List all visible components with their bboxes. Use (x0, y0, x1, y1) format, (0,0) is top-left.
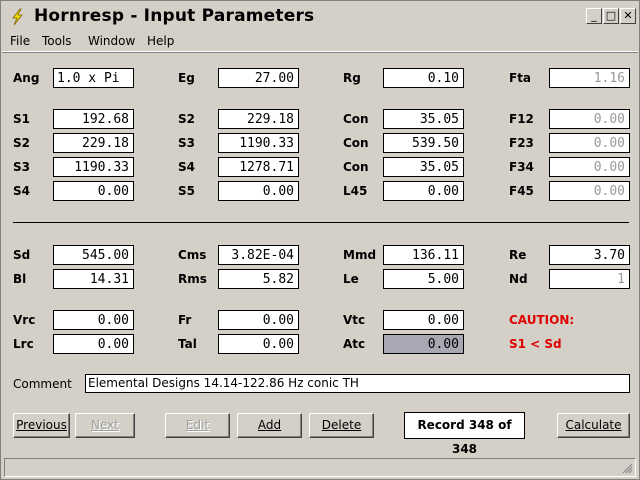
label-s4: S4 (13, 184, 30, 198)
label-l45: L45 (343, 184, 368, 198)
edit-button[interactable]: Edit (165, 413, 230, 438)
window-title: Hornresp - Input Parameters (34, 6, 315, 26)
field-con-2[interactable]: 539.50 (383, 133, 464, 153)
previous-button[interactable]: Previous (13, 413, 70, 438)
label-s5: S5 (178, 184, 195, 198)
comment-field[interactable]: Elemental Designs 14.14-122.86 Hz conic … (85, 374, 630, 393)
label-fr: Fr (178, 313, 192, 327)
field-atc[interactable]: 0.00 (383, 334, 464, 354)
field-con-1[interactable]: 35.05 (383, 109, 464, 129)
label-sd: Sd (13, 248, 31, 262)
field-bl[interactable]: 14.31 (53, 269, 134, 289)
label-f23: F23 (509, 136, 534, 150)
field-f45: 0.00 (549, 181, 630, 201)
label-f34: F34 (509, 160, 534, 174)
label-s1: S1 (13, 112, 30, 126)
add-button[interactable]: Add (237, 413, 302, 438)
caution-message: S1 < Sd (509, 337, 562, 351)
field-tal[interactable]: 0.00 (218, 334, 299, 354)
field-sd[interactable]: 545.00 (53, 245, 134, 265)
field-s1[interactable]: 192.68 (53, 109, 134, 129)
caution-title: CAUTION: (509, 313, 575, 327)
label-f12: F12 (509, 112, 534, 126)
lightning-bolt-icon (12, 8, 23, 26)
field-fta: 1.16 (549, 68, 630, 88)
label-re: Re (509, 248, 527, 262)
field-cms[interactable]: 3.82E-04 (218, 245, 299, 265)
label-fta: Fta (509, 71, 532, 85)
field-con-3[interactable]: 35.05 (383, 157, 464, 177)
field-s5[interactable]: 0.00 (218, 181, 299, 201)
label-f45: F45 (509, 184, 534, 198)
field-lrc[interactable]: 0.00 (53, 334, 134, 354)
label-mmd: Mmd (343, 248, 377, 262)
section-divider (13, 222, 629, 223)
field-re[interactable]: 3.70 (549, 245, 630, 265)
record-indicator: Record 348 of 348 (404, 412, 525, 456)
label-lrc: Lrc (13, 337, 34, 351)
field-l45[interactable]: 0.00 (383, 181, 464, 201)
field-f34: 0.00 (549, 157, 630, 177)
label-rms: Rms (178, 272, 207, 286)
delete-button[interactable]: Delete (309, 413, 374, 438)
field-s4[interactable]: 0.00 (53, 181, 134, 201)
label-tal: Tal (178, 337, 197, 351)
next-button[interactable]: Next (75, 413, 135, 438)
field-eg[interactable]: 27.00 (218, 68, 299, 88)
field-rms[interactable]: 5.82 (218, 269, 299, 289)
label-con-2: Con (343, 136, 369, 150)
hornresp-window: Hornresp - Input Parameters _ □ ✕ File T… (0, 0, 640, 480)
label-s2-right: S2 (178, 112, 195, 126)
menu-file[interactable]: File (10, 34, 30, 48)
field-ang[interactable]: 1.0 x Pi (53, 68, 134, 88)
label-comment: Comment (13, 377, 72, 391)
field-s2-right[interactable]: 229.18 (218, 109, 299, 129)
label-con-3: Con (343, 160, 369, 174)
label-s3: S3 (13, 160, 30, 174)
label-le: Le (343, 272, 359, 286)
maximize-button[interactable]: □ (603, 8, 619, 24)
field-s4-right[interactable]: 1278.71 (218, 157, 299, 177)
field-fr[interactable]: 0.00 (218, 310, 299, 330)
field-f23: 0.00 (549, 133, 630, 153)
label-s3-right: S3 (178, 136, 195, 150)
label-cms: Cms (178, 248, 207, 262)
resize-grip-icon[interactable] (621, 462, 633, 474)
menu-tools[interactable]: Tools (42, 34, 72, 48)
label-rg: Rg (343, 71, 361, 85)
field-s3[interactable]: 1190.33 (53, 157, 134, 177)
minimize-button[interactable]: _ (586, 8, 602, 24)
menu-window[interactable]: Window (88, 34, 135, 48)
label-s2: S2 (13, 136, 30, 150)
field-le[interactable]: 5.00 (383, 269, 464, 289)
label-ang: Ang (13, 71, 40, 85)
label-vrc: Vrc (13, 313, 36, 327)
field-s3-right[interactable]: 1190.33 (218, 133, 299, 153)
title-bar[interactable]: Hornresp - Input Parameters _ □ ✕ (2, 2, 638, 32)
label-s4-right: S4 (178, 160, 195, 174)
label-atc: Atc (343, 337, 366, 351)
menu-bar: File Tools Window Help (2, 32, 638, 52)
label-bl: Bl (13, 272, 27, 286)
label-nd: Nd (509, 272, 528, 286)
label-con-1: Con (343, 112, 369, 126)
field-mmd[interactable]: 136.11 (383, 245, 464, 265)
close-button[interactable]: ✕ (620, 8, 636, 24)
label-eg: Eg (178, 71, 195, 85)
label-vtc: Vtc (343, 313, 366, 327)
field-nd: 1 (549, 269, 630, 289)
field-s2[interactable]: 229.18 (53, 133, 134, 153)
field-rg[interactable]: 0.10 (383, 68, 464, 88)
field-vrc[interactable]: 0.00 (53, 310, 134, 330)
menu-help[interactable]: Help (147, 34, 174, 48)
field-f12: 0.00 (549, 109, 630, 129)
field-vtc[interactable]: 0.00 (383, 310, 464, 330)
status-bar (4, 458, 636, 477)
calculate-button[interactable]: Calculate (557, 413, 630, 438)
